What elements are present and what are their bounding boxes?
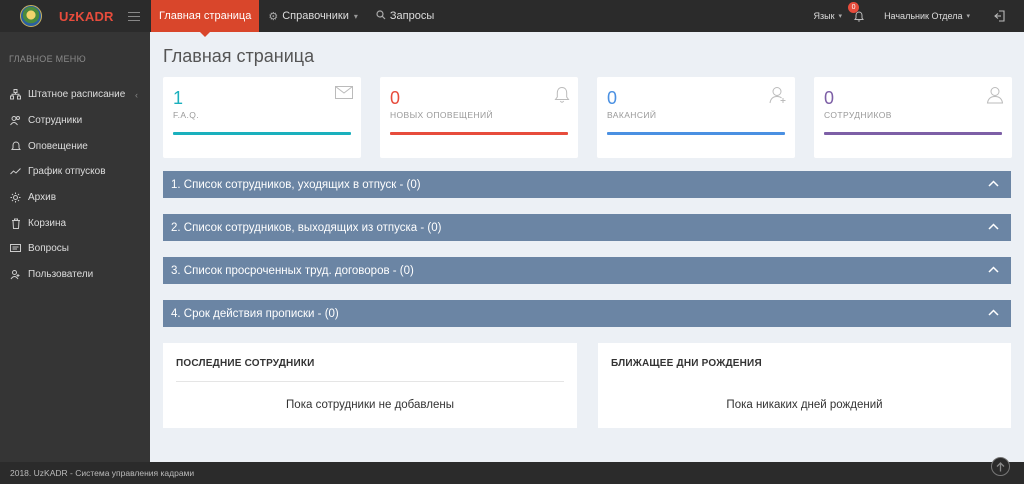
footer-text: 2018. UzKADR - Система управления кадрам…: [10, 468, 195, 478]
chevron-up-icon: [988, 309, 999, 316]
sidebar-item-label: Архив: [28, 192, 57, 204]
app-name: UzKADR: [59, 8, 114, 24]
footer: 2018. UzKADR - Система управления кадрам…: [0, 462, 1024, 484]
sidebar-header: ГЛАВНОЕ МЕНЮ: [9, 54, 86, 64]
language-selector[interactable]: Язык ▾: [814, 11, 843, 21]
menu-toggle-icon[interactable]: [127, 11, 140, 21]
stat-value: 1: [173, 88, 184, 108]
sidebar-item-users[interactable]: Пользователи: [0, 262, 150, 288]
sidebar-item-label: График отпусков: [28, 166, 106, 178]
main-content: Главная страница 1 F.A.Q. 0 НОВЫХ ОПОВЕЩ…: [150, 32, 1024, 462]
top-bar: UzKADR Главная страница ⚙ Справочники ▾ …: [0, 0, 1024, 37]
user-icon: [986, 86, 1004, 109]
sidebar-item-label: Вопросы: [28, 243, 69, 255]
brand[interactable]: UzKADR: [0, 0, 150, 32]
bell-icon: [10, 141, 21, 152]
sidebar-item-label: Штатное расписание: [28, 89, 126, 101]
org-structure-icon: [10, 89, 21, 100]
nav-home[interactable]: Главная страница: [151, 0, 260, 37]
user-group-icon: [10, 269, 21, 280]
chevron-up-icon: [988, 223, 999, 230]
trend-icon: [10, 166, 21, 177]
sidebar-item-archive[interactable]: Архив: [0, 185, 150, 211]
emblem-logo: [20, 5, 42, 27]
users-icon: [10, 115, 21, 126]
chevron-up-icon: [988, 180, 999, 187]
stat-label: ВАКАНСИЙ: [607, 110, 657, 120]
user-add-icon: [769, 86, 787, 109]
envelope-icon: [335, 86, 353, 104]
accordion-expired-contracts[interactable]: 3. Список просроченных труд. договоров -…: [163, 257, 1011, 284]
chevron-down-icon: ▾: [966, 13, 970, 20]
chevron-left-icon: ‹: [135, 89, 138, 100]
divider: [176, 381, 564, 382]
sidebar: ГЛАВНОЕ МЕНЮ Штатное расписание ‹ Сотруд…: [0, 32, 150, 462]
stat-card-faq[interactable]: 1 F.A.Q.: [163, 77, 361, 158]
logout-button[interactable]: [994, 10, 1006, 22]
nav-directories-label: Справочники: [282, 10, 349, 22]
panel-title: ПОСЛЕДНИЕ СОТРУДНИКИ: [176, 358, 315, 369]
chevron-down-icon: ▾: [838, 13, 843, 20]
stat-bar: [173, 132, 351, 135]
sidebar-item-label: Оповещение: [28, 140, 88, 152]
stat-card-vacancies[interactable]: 0 ВАКАНСИЙ: [597, 77, 795, 158]
accordion-vacation-leaving[interactable]: 1. Список сотрудников, уходящих в отпуск…: [163, 171, 1011, 198]
gear-icon: ⚙: [268, 10, 279, 23]
sidebar-item-trash[interactable]: Корзина: [0, 210, 150, 236]
language-label: Язык: [813, 11, 835, 21]
nav-requests[interactable]: Запросы: [367, 0, 443, 32]
chevron-up-icon: [988, 266, 999, 273]
bell-icon: [554, 86, 570, 109]
bell-icon: [854, 11, 864, 22]
logout-icon: [994, 10, 1005, 22]
stat-card-notifications[interactable]: 0 НОВЫХ ОПОВЕЩЕНИЙ: [380, 77, 578, 158]
user-menu[interactable]: Начальник Отдела ▾: [884, 11, 970, 21]
stat-bar: [607, 132, 785, 135]
trash-icon: [10, 218, 21, 229]
accordion-vacation-returning[interactable]: 2. Список сотрудников, выходящих из отпу…: [163, 214, 1011, 241]
stat-value: 0: [390, 88, 401, 108]
accordion-title: 2. Список сотрудников, выходящих из отпу…: [171, 221, 442, 234]
stat-value: 0: [607, 88, 618, 108]
sidebar-item-questions[interactable]: Вопросы: [0, 236, 150, 262]
empty-state-text: Пока никаких дней рождений: [726, 399, 883, 411]
stat-label: СОТРУДНИКОВ: [824, 110, 892, 120]
accordion-title: 3. Список просроченных труд. договоров -…: [171, 264, 414, 277]
notifications-button[interactable]: 0: [848, 2, 866, 23]
sidebar-item-employees[interactable]: Сотрудники: [0, 108, 150, 134]
sidebar-item-notifications[interactable]: Оповещение: [0, 133, 150, 159]
stat-bar: [824, 132, 1002, 135]
page-title: Главная страница: [163, 46, 315, 66]
panel-title: БЛИЖАЩЕЕ ДНИ РОЖДЕНИЯ: [611, 358, 762, 369]
birthdays-panel: БЛИЖАЩЕЕ ДНИ РОЖДЕНИЯ Пока никаких дней …: [598, 343, 1011, 428]
sidebar-item-label: Корзина: [28, 217, 67, 229]
nav-directories[interactable]: ⚙ Справочники ▾: [259, 0, 367, 32]
chevron-down-icon: ▾: [353, 11, 358, 21]
arrow-up-icon: [996, 461, 1005, 471]
search-icon: [376, 9, 386, 23]
user-name: Начальник Отдела: [884, 11, 963, 21]
accordion-title: 4. Срок действия прописки - (0): [171, 307, 339, 320]
accordion-registration-expiry[interactable]: 4. Срок действия прописки - (0): [163, 300, 1011, 327]
stat-label: НОВЫХ ОПОВЕЩЕНИЙ: [390, 110, 494, 120]
sidebar-item-staffing[interactable]: Штатное расписание ‹: [0, 82, 150, 108]
chat-icon: [10, 243, 21, 254]
sidebar-item-vacation-schedule[interactable]: График отпусков: [0, 159, 150, 185]
stat-value: 0: [824, 88, 835, 108]
accordion-title: 1. Список сотрудников, уходящих в отпуск…: [171, 178, 421, 191]
stat-bar: [390, 132, 568, 135]
stat-label: F.A.Q.: [173, 110, 200, 120]
empty-state-text: Пока сотрудники не добавлены: [286, 399, 454, 411]
archive-icon: [10, 192, 21, 203]
nav-requests-label: Запросы: [389, 10, 435, 22]
recent-employees-panel: ПОСЛЕДНИЕ СОТРУДНИКИ Пока сотрудники не …: [163, 343, 577, 428]
sidebar-item-label: Сотрудники: [28, 115, 83, 127]
sidebar-item-label: Пользователи: [28, 269, 94, 281]
stat-card-employees[interactable]: 0 СОТРУДНИКОВ: [814, 77, 1012, 158]
scroll-to-top-button[interactable]: [991, 457, 1010, 476]
